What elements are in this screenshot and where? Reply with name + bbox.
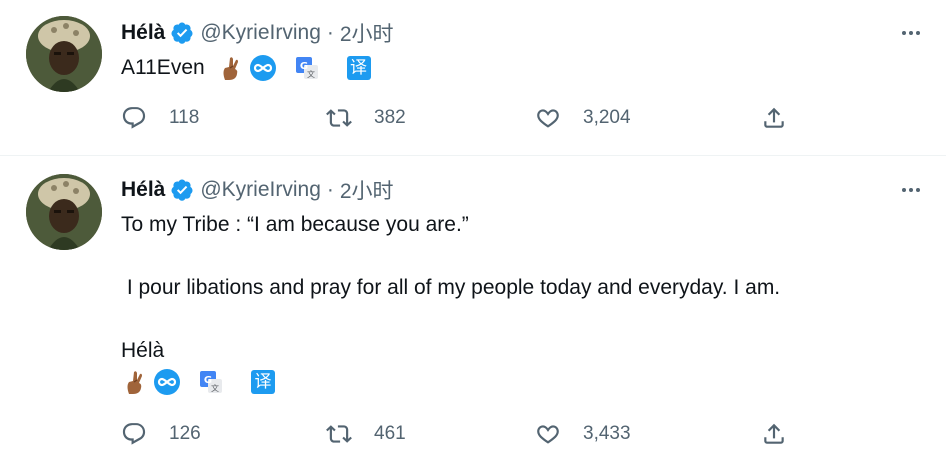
like-count: 3,204 (583, 107, 631, 128)
timestamp[interactable]: 2小时 (340, 175, 394, 205)
author-name[interactable]: Hélà (121, 178, 165, 202)
verified-badge-icon (171, 179, 193, 201)
tweet-text: To my Tribe : “I am because you are.” I … (121, 210, 780, 396)
retweet-icon (326, 425, 352, 443)
translate-cn-icon[interactable]: 译 (346, 56, 371, 81)
author-handle[interactable]: @KyrieIrving (200, 178, 321, 202)
separator-dot: · (326, 21, 334, 44)
author-handle[interactable]: @KyrieIrving (200, 21, 321, 45)
tweet[interactable]: Hélà @KyrieIrving · 2小时 A11Even G 文 译 11… (0, 0, 946, 156)
tweet-header: Hélà @KyrieIrving · 2小时 (121, 176, 394, 204)
share-button[interactable] (761, 419, 787, 449)
timestamp[interactable]: 2小时 (340, 18, 394, 48)
crossed-fingers-emoji (223, 57, 238, 81)
heart-icon (537, 109, 559, 128)
translate-cn-icon[interactable]: 译 (251, 370, 275, 395)
share-button[interactable] (761, 103, 787, 133)
reply-icon (122, 107, 146, 129)
author-name[interactable]: Hélà (121, 21, 165, 45)
retweet-icon (326, 109, 352, 127)
google-translate-icon[interactable]: G 文 (197, 368, 225, 396)
tweet-text-line: Hélà (121, 339, 165, 362)
reply-button[interactable]: 126 (121, 419, 201, 449)
tweet-actions: 126 461 3,433 (121, 419, 801, 449)
more-dots-icon[interactable] (898, 177, 924, 203)
avatar[interactable] (26, 174, 102, 250)
heart-icon (537, 425, 559, 444)
retweet-count: 382 (374, 107, 406, 128)
crossed-fingers-emoji (127, 371, 142, 395)
share-icon (764, 423, 784, 444)
infinity-emoji (154, 369, 180, 396)
more-dots-icon[interactable] (898, 20, 924, 46)
tweet-text-line: I pour libations and pray for all of my … (121, 276, 781, 299)
tweet-actions: 118 382 3,204 (121, 103, 801, 133)
like-count: 3,433 (583, 423, 631, 444)
reply-button[interactable]: 118 (121, 103, 199, 133)
infinity-emoji (249, 55, 276, 82)
google-translate-icon[interactable]: G 文 (293, 54, 321, 82)
tweet-header: Hélà @KyrieIrving · 2小时 (121, 19, 394, 47)
tweet-text-line: To my Tribe : “I am because you are.” (121, 213, 469, 236)
svg-text:文: 文 (307, 69, 315, 79)
reply-icon (122, 423, 146, 445)
retweet-button[interactable]: 461 (326, 419, 406, 449)
share-icon (764, 107, 784, 128)
reply-count: 118 (169, 107, 200, 128)
like-button[interactable]: 3,204 (535, 103, 631, 133)
separator-dot: · (326, 178, 334, 201)
tweet-text: A11Even G 文 译 (121, 53, 371, 83)
avatar[interactable] (26, 16, 102, 92)
tweet-text-line: A11Even (121, 56, 205, 79)
verified-badge-icon (171, 22, 193, 44)
retweet-button[interactable]: 382 (326, 103, 406, 133)
like-button[interactable]: 3,433 (535, 419, 631, 449)
tweet[interactable]: Hélà @KyrieIrving · 2小时 To my Tribe : “I… (0, 156, 946, 467)
reply-count: 126 (169, 423, 201, 444)
svg-text:文: 文 (211, 383, 219, 393)
retweet-count: 461 (374, 423, 406, 444)
